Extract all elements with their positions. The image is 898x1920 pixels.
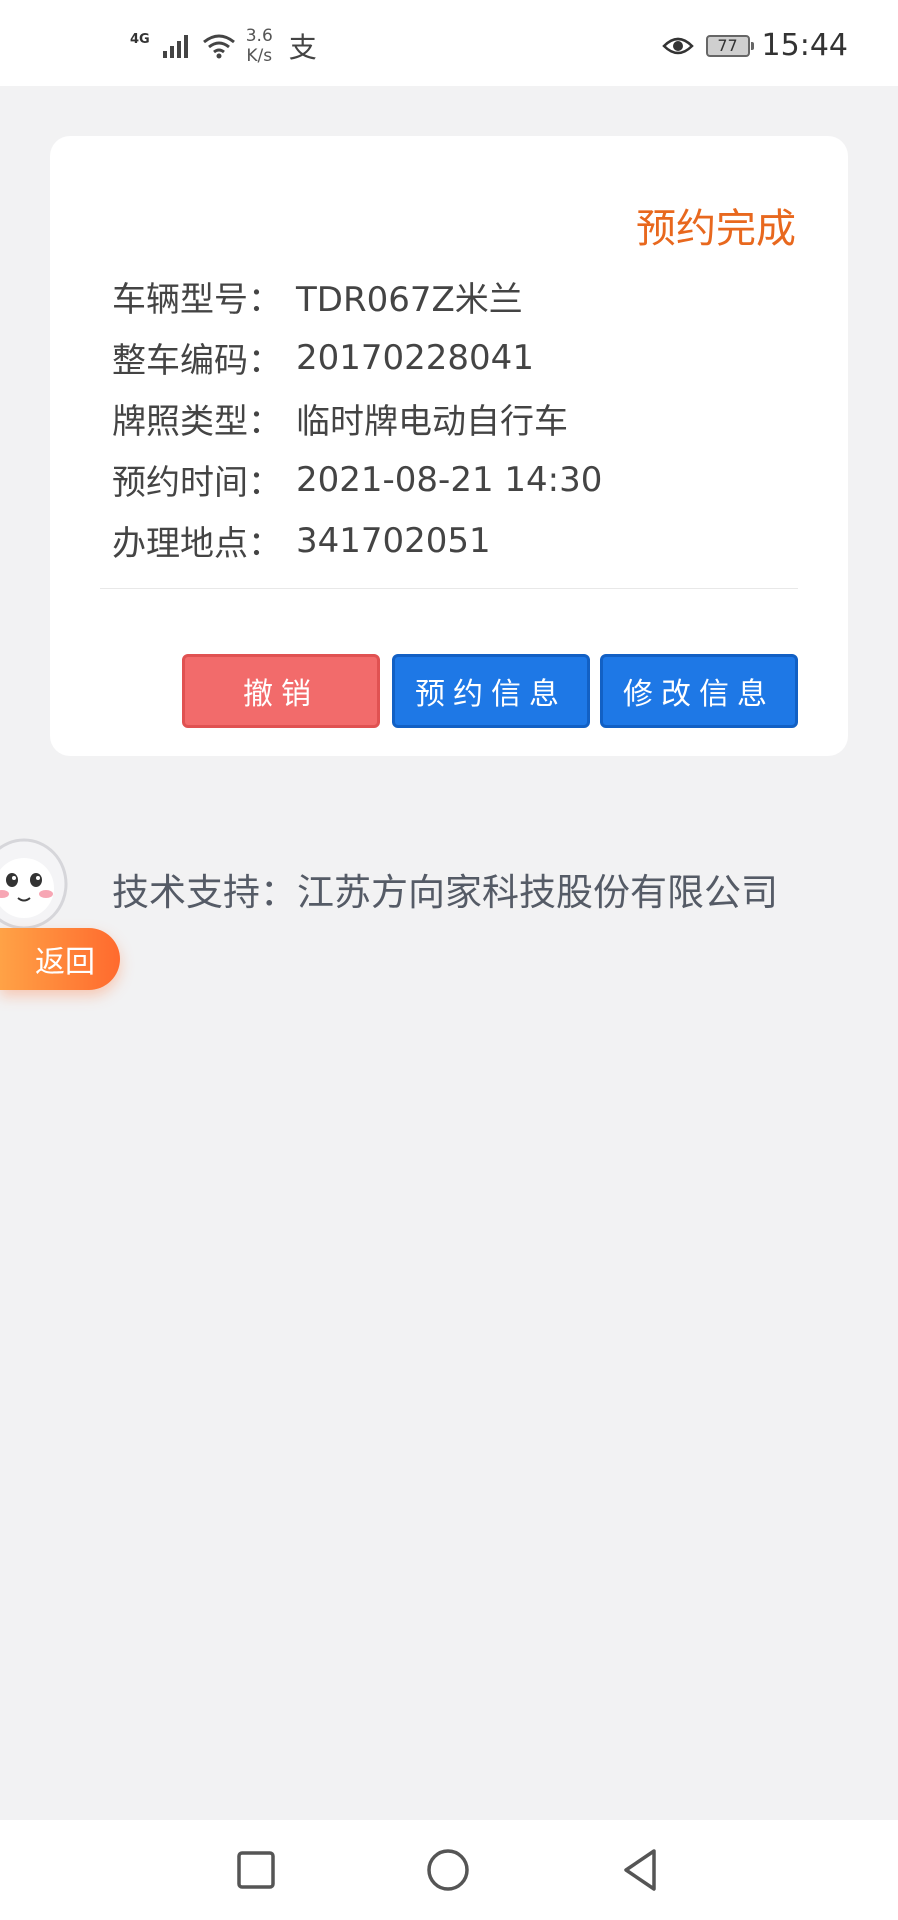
info-label: 牌照类型： bbox=[112, 402, 282, 442]
info-value: 20170228041 bbox=[296, 337, 534, 378]
cancel-button[interactable]: 撤销 bbox=[182, 654, 380, 728]
status-left: 4G 3.6 K/s 支 bbox=[130, 26, 317, 66]
info-value: TDR067Z米兰 bbox=[296, 280, 523, 320]
back-icon[interactable] bbox=[614, 1844, 666, 1896]
info-row-vehicle-model: 车辆型号： TDR067Z米兰 bbox=[112, 266, 602, 327]
appointment-info-button[interactable]: 预约信息 bbox=[392, 654, 590, 728]
battery-level: 77 bbox=[717, 35, 738, 55]
battery-icon: 77 bbox=[705, 34, 754, 57]
tech-support-text: 技术支持：江苏方向家科技股份有限公司 bbox=[112, 871, 778, 914]
info-row-vehicle-code: 整车编码： 20170228041 bbox=[112, 327, 602, 388]
divider bbox=[100, 588, 798, 589]
info-label: 预约时间： bbox=[112, 463, 282, 503]
info-label: 办理地点： bbox=[112, 524, 282, 564]
signal-icon bbox=[162, 35, 188, 58]
info-value: 341702051 bbox=[296, 520, 491, 561]
info-label: 车辆型号： bbox=[112, 280, 282, 320]
edit-info-button[interactable]: 修改信息 bbox=[600, 654, 798, 728]
wifi-icon bbox=[202, 34, 235, 59]
status-bar: 4G 3.6 K/s 支 77 15:44 bbox=[0, 0, 898, 86]
speed-value: 3.6 bbox=[245, 26, 273, 46]
clock: 15:44 bbox=[761, 28, 848, 63]
status-right: 77 15:44 bbox=[661, 28, 848, 63]
info-row-location: 办理地点： 341702051 bbox=[112, 510, 602, 571]
info-list: 车辆型号： TDR067Z米兰 整车编码： 20170228041 牌照类型： … bbox=[112, 266, 602, 571]
recent-apps-icon[interactable] bbox=[230, 1844, 282, 1896]
eye-icon bbox=[661, 37, 694, 54]
navigation-bar bbox=[0, 1820, 898, 1920]
info-row-appointment-time: 预约时间： 2021-08-21 14:30 bbox=[112, 449, 602, 510]
info-value: 临时牌电动自行车 bbox=[296, 402, 568, 442]
back-button[interactable]: 返回 bbox=[0, 928, 120, 990]
network-type: 4G bbox=[130, 31, 150, 47]
info-label: 整车编码： bbox=[112, 341, 282, 381]
info-row-plate-type: 牌照类型： 临时牌电动自行车 bbox=[112, 388, 602, 449]
appointment-status: 预约完成 bbox=[636, 206, 796, 252]
home-icon[interactable] bbox=[422, 1844, 474, 1896]
info-value: 2021-08-21 14:30 bbox=[296, 459, 603, 500]
alipay-icon: 支 bbox=[288, 31, 317, 64]
appointment-card: 预约完成 车辆型号： TDR067Z米兰 整车编码： 20170228041 牌… bbox=[50, 136, 848, 756]
network-speed: 3.6 K/s bbox=[246, 26, 273, 66]
speed-unit: K/s bbox=[246, 46, 273, 66]
mascot-icon bbox=[0, 838, 68, 930]
